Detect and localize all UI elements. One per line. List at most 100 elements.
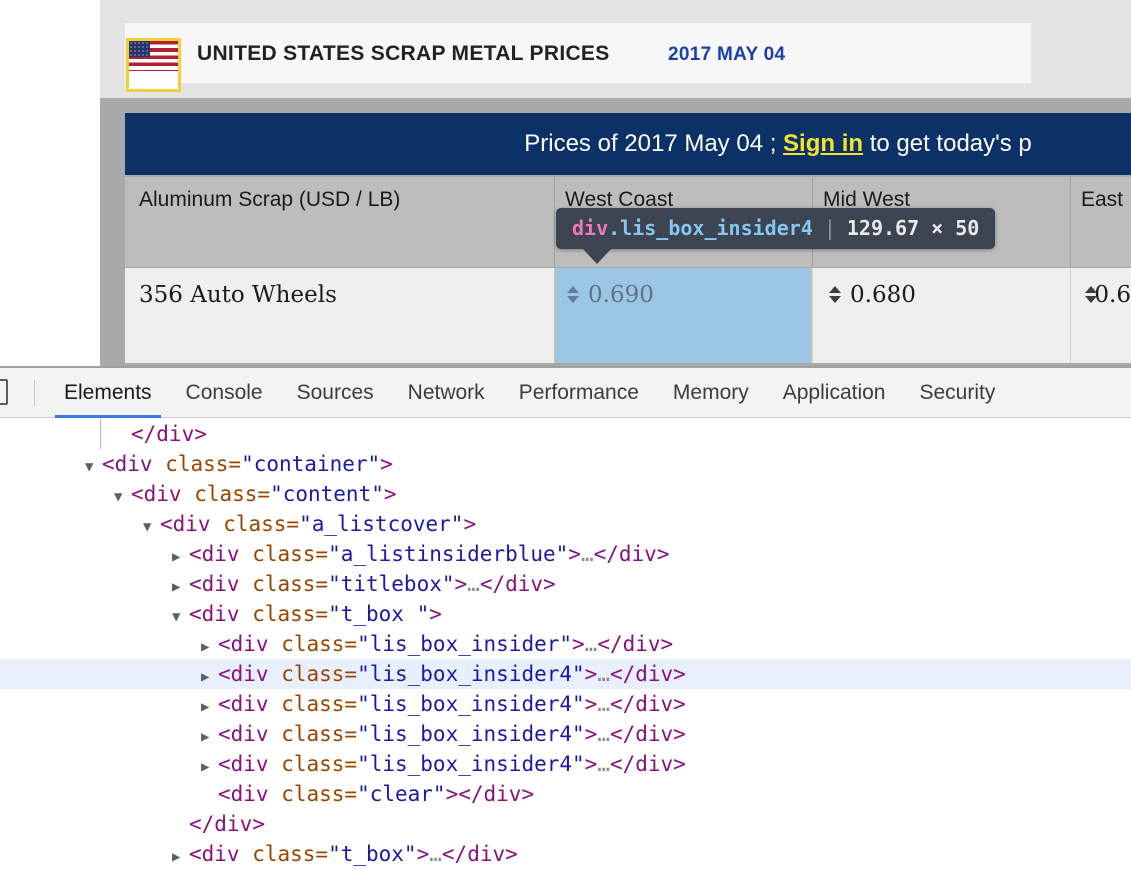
dom-node[interactable]: ▼ <div class="container"> — [0, 449, 1131, 479]
dom-attr-name: class= — [223, 512, 300, 536]
dom-tag: </div> — [609, 752, 686, 776]
dom-tag: <div — [218, 632, 282, 656]
dom-ellipsis: … — [597, 692, 610, 716]
expand-arrow-closed-icon[interactable]: ▶ — [172, 842, 189, 870]
expand-arrow-open-icon[interactable]: ▼ — [85, 452, 102, 482]
sort-updown-icon[interactable] — [567, 285, 580, 307]
dom-tag: > — [463, 512, 477, 536]
dom-attr-value: "t_box " — [328, 602, 430, 626]
dom-tag: > — [584, 722, 598, 746]
dom-node[interactable]: ▼ <div class="content"> — [0, 479, 1131, 509]
dom-tag: </div> — [441, 842, 518, 866]
expand-arrow-closed-icon[interactable]: ▶ — [201, 752, 218, 782]
dom-node[interactable]: </div> — [0, 419, 1131, 449]
tab-sources[interactable]: Sources — [280, 368, 391, 418]
dom-attr-name: class= — [281, 632, 358, 656]
dom-attr-value: "content" — [270, 482, 384, 506]
tab-application[interactable]: Application — [766, 368, 903, 418]
dom-ellipsis: … — [584, 632, 598, 656]
price-cell-west-coast[interactable]: 0.690 — [554, 268, 812, 363]
dom-node[interactable]: ▶ <div class="lis_box_insider4">…</div> — [0, 689, 1131, 719]
dom-node[interactable]: </div> — [0, 809, 1131, 839]
dom-tag: <div — [218, 782, 282, 806]
dom-attr-value: "t_box" — [328, 842, 417, 866]
dom-attr-value: "lis_box_insider" — [357, 632, 573, 656]
dom-node-selected[interactable]: ▶ <div class="lis_box_insider4">…</div> — [0, 659, 1131, 689]
dom-node[interactable]: ▶ <div class="titlebox">…</div> — [0, 569, 1131, 599]
screenshot-root: UNITED STATES SCRAP METAL PRICES 2017 MA… — [0, 0, 1131, 870]
dom-node[interactable]: ▶ <div class="lis_box_insider4">…</div> — [0, 749, 1131, 779]
dom-ellipsis: … — [597, 662, 610, 686]
dom-tree[interactable]: </div> ▼ <div class="container"> ▼ <div clas… — [0, 419, 1131, 870]
expand-arrow-closed-icon[interactable]: ▶ — [172, 572, 189, 602]
sign-in-link[interactable]: Sign in — [783, 130, 863, 157]
dom-tag: > — [380, 452, 393, 476]
dom-tag: > — [454, 572, 468, 596]
web-page-viewport: UNITED STATES SCRAP METAL PRICES 2017 MA… — [0, 0, 1131, 366]
dom-node[interactable]: ▼ <div class="t_box "> — [0, 599, 1131, 629]
dom-attr-name: class= — [281, 692, 358, 716]
expand-arrow-open-icon[interactable]: ▼ — [172, 602, 189, 632]
page-date: 2017 MAY 04 — [668, 44, 786, 65]
element-inspector-tooltip: div .lis_box_insider4 | 129.67 × 50 — [556, 208, 996, 264]
tab-security[interactable]: Security — [902, 368, 1012, 418]
dom-tag: > — [584, 662, 598, 686]
dom-attr-name: class= — [281, 782, 358, 806]
expand-arrow-closed-icon[interactable]: ▶ — [201, 692, 218, 722]
tab-elements[interactable]: Elements — [47, 368, 169, 418]
tab-console[interactable]: Console — [169, 368, 280, 418]
dom-tag: <div — [189, 842, 253, 866]
dom-tag: </div> — [609, 692, 686, 716]
devtools-tab-bar: Elements Console Sources Network Performance… — [0, 368, 1131, 418]
sort-updown-icon[interactable] — [829, 285, 842, 307]
tree-guide-line — [100, 419, 101, 449]
dom-node[interactable]: ▶ <div class="lis_box_insider">…</div> — [0, 629, 1131, 659]
dom-attr-value: "a_listinsiderblue" — [328, 542, 569, 566]
page-left-gutter — [0, 0, 100, 366]
column-header-east[interactable]: East — [1070, 177, 1131, 267]
column-header-category[interactable]: Aluminum Scrap (USD / LB) — [125, 177, 554, 267]
dom-node[interactable]: <div class="clear"></div> — [0, 779, 1131, 809]
dom-node[interactable]: ▶ <div class="lis_box_insider4">…</div> — [0, 719, 1131, 749]
dom-attr-name: class= — [252, 842, 329, 866]
table-row[interactable]: 356 Auto Wheels 0.690 0.680 0.6 — [125, 268, 1131, 363]
expand-arrow-closed-icon[interactable]: ▶ — [172, 542, 189, 572]
expand-arrow-closed-icon[interactable]: ▶ — [201, 722, 218, 752]
expand-arrow-none-icon — [114, 422, 131, 452]
dom-tag: </div> — [609, 662, 686, 686]
us-flag-icon — [126, 38, 181, 92]
dom-attr-name: class= — [252, 602, 329, 626]
tab-memory[interactable]: Memory — [656, 368, 766, 418]
dom-tag: > — [572, 632, 585, 656]
dom-tag: <div — [131, 482, 195, 506]
expand-arrow-closed-icon[interactable]: ▶ — [201, 632, 218, 662]
dom-tag: <div — [218, 752, 282, 776]
sort-updown-icon[interactable] — [1085, 285, 1097, 307]
dom-tag: > — [584, 692, 598, 716]
tooltip-dimensions: 129.67 × 50 — [846, 216, 980, 240]
dom-attr-name: class= — [252, 572, 329, 596]
dom-attr-name: class= — [252, 542, 329, 566]
dom-attr-value: "lis_box_insider4" — [357, 752, 585, 776]
dom-node[interactable]: ▶ <div class="t_box">…</div> — [0, 839, 1131, 869]
expand-arrow-open-icon[interactable]: ▼ — [114, 482, 131, 512]
banner-prefix: Prices of 2017 May 04 ; — [524, 130, 784, 157]
flag-canton — [129, 41, 150, 58]
price-cell-east[interactable]: 0.6 — [1070, 268, 1131, 363]
expand-arrow-closed-icon[interactable]: ▶ — [201, 662, 218, 692]
dom-tag: </div> — [131, 422, 207, 446]
price-value-mid-west: 0.680 — [850, 282, 916, 308]
tab-network[interactable]: Network — [391, 368, 502, 418]
device-toolbar-icon[interactable] — [0, 368, 26, 418]
dom-attr-value: "lis_box_insider4" — [357, 722, 585, 746]
dom-ellipsis: … — [597, 752, 610, 776]
price-cell-mid-west[interactable]: 0.680 — [812, 268, 1070, 363]
dom-tag: <div — [102, 452, 166, 476]
dom-attr-value: "container" — [241, 452, 381, 476]
expand-arrow-open-icon[interactable]: ▼ — [143, 512, 160, 542]
dom-node[interactable]: ▼ <div class="a_listcover"> — [0, 509, 1131, 539]
dom-attr-name: class= — [281, 662, 358, 686]
dom-node[interactable]: ▶ <div class="a_listinsiderblue">…</div> — [0, 539, 1131, 569]
dom-tag: > — [568, 542, 581, 566]
tab-performance[interactable]: Performance — [502, 368, 656, 418]
